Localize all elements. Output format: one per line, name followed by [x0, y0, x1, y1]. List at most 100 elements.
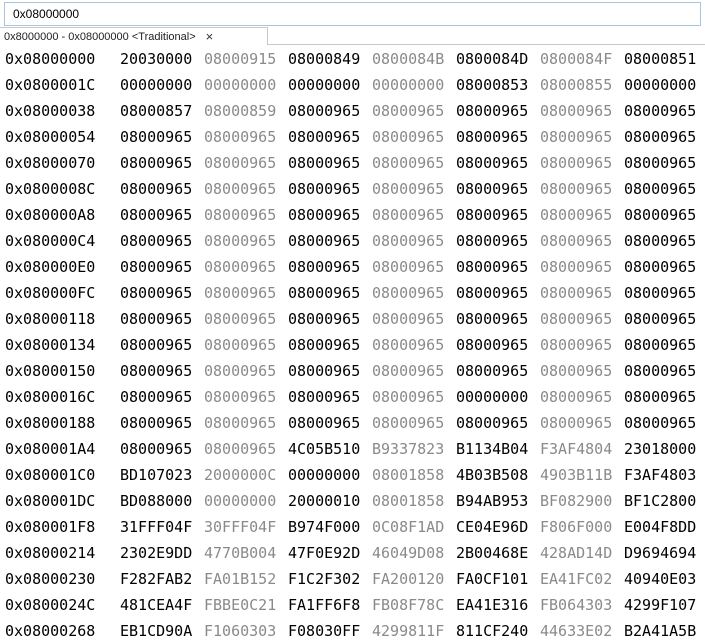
memory-word[interactable]: 08000965 — [288, 150, 360, 176]
memory-word[interactable]: 44633E02 — [540, 618, 612, 644]
memory-word[interactable]: 08000965 — [624, 410, 696, 436]
memory-word[interactable]: 08000965 — [288, 280, 360, 306]
memory-word[interactable]: 08000965 — [120, 176, 192, 202]
memory-word[interactable]: 08000965 — [624, 358, 696, 384]
memory-word[interactable]: 00000000 — [288, 462, 360, 488]
memory-word[interactable]: 08000965 — [204, 124, 276, 150]
memory-word[interactable]: 08001858 — [372, 462, 444, 488]
memory-word[interactable]: EB1CD90A — [120, 618, 192, 644]
memory-word[interactable]: B974F000 — [288, 514, 360, 540]
memory-word[interactable]: 08000965 — [540, 124, 612, 150]
memory-word[interactable]: F806F000 — [540, 514, 612, 540]
memory-word[interactable]: 00000000 — [624, 72, 696, 98]
memory-word[interactable]: FA0CF101 — [456, 566, 528, 592]
memory-word[interactable]: 08000965 — [372, 124, 444, 150]
memory-word[interactable]: 0C08F1AD — [372, 514, 444, 540]
memory-word[interactable]: 08000965 — [456, 176, 528, 202]
memory-word[interactable]: 08000965 — [288, 228, 360, 254]
memory-word[interactable]: 4299F107 — [624, 592, 696, 618]
memory-word[interactable]: 08000965 — [624, 176, 696, 202]
memory-word[interactable]: 08000965 — [120, 150, 192, 176]
memory-word[interactable]: 08000965 — [456, 410, 528, 436]
memory-word[interactable]: 08000965 — [540, 332, 612, 358]
memory-word[interactable]: 08000965 — [624, 202, 696, 228]
memory-word[interactable]: 08000965 — [120, 228, 192, 254]
memory-word[interactable]: 40940E03 — [624, 566, 696, 592]
memory-word[interactable]: 08000965 — [540, 358, 612, 384]
memory-word[interactable]: 2000000C — [204, 462, 276, 488]
memory-word[interactable]: 08000965 — [624, 384, 696, 410]
memory-word[interactable]: 4C05B510 — [288, 436, 360, 462]
memory-word[interactable]: 08000965 — [624, 306, 696, 332]
memory-word[interactable]: 08000965 — [372, 384, 444, 410]
memory-word[interactable]: FA01B152 — [204, 566, 276, 592]
memory-word[interactable]: EA41E316 — [456, 592, 528, 618]
memory-word[interactable]: 20000010 — [288, 488, 360, 514]
memory-word[interactable]: 08000965 — [204, 176, 276, 202]
memory-word[interactable]: 08000965 — [372, 150, 444, 176]
memory-word[interactable]: 00000000 — [204, 488, 276, 514]
memory-word[interactable]: BD088000 — [120, 488, 192, 514]
memory-word[interactable]: 08000965 — [372, 332, 444, 358]
memory-word[interactable]: 08000965 — [372, 176, 444, 202]
memory-word[interactable]: 08000855 — [540, 72, 612, 98]
memory-word[interactable]: 08000857 — [120, 98, 192, 124]
memory-word[interactable]: 08000965 — [456, 202, 528, 228]
memory-word[interactable]: FB08F78C — [372, 592, 444, 618]
memory-word[interactable]: 08000915 — [204, 46, 276, 72]
memory-word[interactable]: 08000965 — [372, 410, 444, 436]
memory-word[interactable]: 08000965 — [120, 410, 192, 436]
memory-word[interactable]: 08000965 — [456, 228, 528, 254]
memory-word[interactable]: 08000965 — [204, 306, 276, 332]
memory-word[interactable]: B9337823 — [372, 436, 444, 462]
memory-word[interactable]: 4B03B508 — [456, 462, 528, 488]
memory-word[interactable]: 08000965 — [204, 384, 276, 410]
memory-word[interactable]: B2A41A5B — [624, 618, 696, 644]
memory-word[interactable]: 08000965 — [204, 436, 276, 462]
memory-word[interactable]: 08000965 — [204, 410, 276, 436]
memory-word[interactable]: B94AB953 — [456, 488, 528, 514]
memory-word[interactable]: 08000965 — [456, 332, 528, 358]
memory-word[interactable]: 811CF240 — [456, 618, 528, 644]
memory-word[interactable]: 00000000 — [288, 72, 360, 98]
memory-word[interactable]: F08030FF — [288, 618, 360, 644]
memory-word[interactable]: 481CEA4F — [120, 592, 192, 618]
memory-word[interactable]: 08000859 — [204, 98, 276, 124]
memory-word[interactable]: 08000965 — [204, 202, 276, 228]
memory-word[interactable]: 08000849 — [288, 46, 360, 72]
memory-word[interactable]: 08000965 — [456, 358, 528, 384]
memory-word[interactable]: 08000965 — [624, 254, 696, 280]
memory-word[interactable]: 08000965 — [288, 202, 360, 228]
memory-word[interactable]: E004F8DD — [624, 514, 696, 540]
memory-word[interactable]: F282FAB2 — [120, 566, 192, 592]
memory-word[interactable]: 08000965 — [288, 176, 360, 202]
memory-word[interactable]: 08000851 — [624, 46, 696, 72]
memory-word[interactable]: 2302E9DD — [120, 540, 192, 566]
memory-word[interactable]: BF1C2800 — [624, 488, 696, 514]
memory-word[interactable]: 08000965 — [372, 254, 444, 280]
memory-word[interactable]: 08000965 — [372, 202, 444, 228]
memory-word[interactable]: 08000965 — [624, 98, 696, 124]
memory-word[interactable]: F1060303 — [204, 618, 276, 644]
memory-word[interactable]: 31FFF04F — [120, 514, 192, 540]
memory-word[interactable]: 08000853 — [456, 72, 528, 98]
memory-word[interactable]: 23018000 — [624, 436, 696, 462]
memory-word[interactable]: 08000965 — [540, 98, 612, 124]
memory-word[interactable]: 08000965 — [372, 98, 444, 124]
address-input[interactable]: 0x08000000 — [4, 2, 701, 26]
memory-word[interactable]: 08000965 — [624, 228, 696, 254]
memory-word[interactable]: 08000965 — [540, 410, 612, 436]
memory-word[interactable]: 08000965 — [372, 228, 444, 254]
memory-word[interactable]: 08000965 — [288, 306, 360, 332]
memory-word[interactable]: FBBE0C21 — [204, 592, 276, 618]
memory-word[interactable]: 08000965 — [204, 228, 276, 254]
memory-word[interactable]: FB064303 — [540, 592, 612, 618]
memory-word[interactable]: CE04E96D — [456, 514, 528, 540]
memory-word[interactable]: 30FFF04F — [204, 514, 276, 540]
memory-word[interactable]: 08000965 — [372, 306, 444, 332]
memory-word[interactable]: B1134B04 — [456, 436, 528, 462]
memory-word[interactable]: 00000000 — [204, 72, 276, 98]
memory-word[interactable]: 08000965 — [204, 280, 276, 306]
memory-word[interactable]: 08000965 — [456, 150, 528, 176]
memory-word[interactable]: F3AF4804 — [540, 436, 612, 462]
